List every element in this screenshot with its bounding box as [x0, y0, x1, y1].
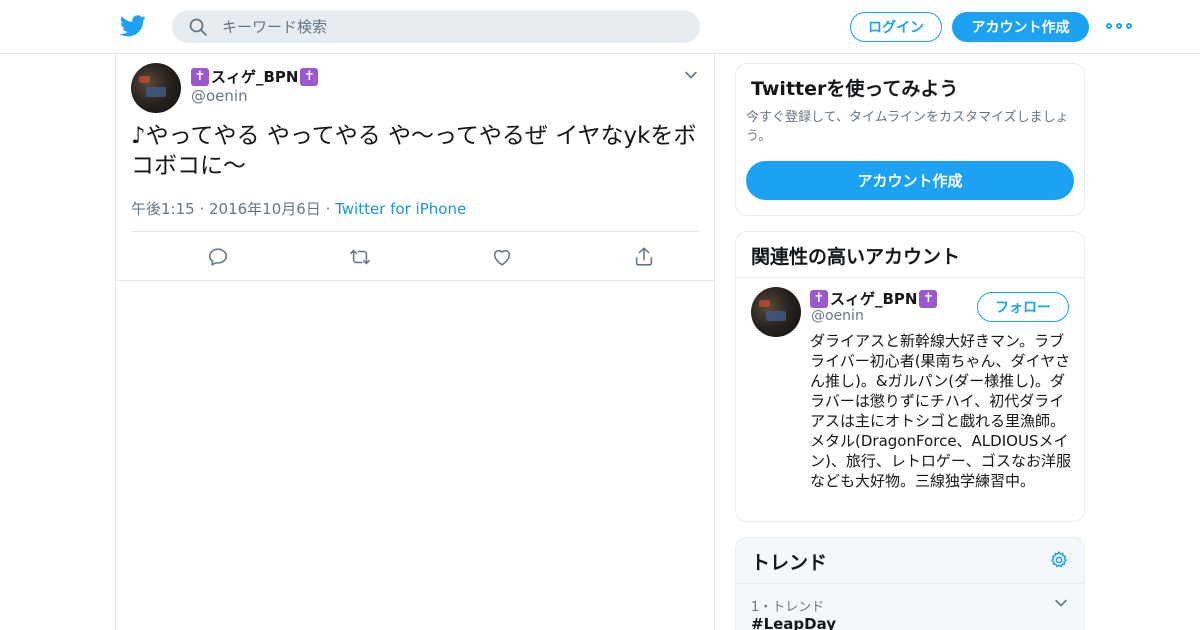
trends-card-title: トレンド	[751, 552, 828, 574]
meta-separator: ·	[320, 200, 336, 218]
retweet-icon[interactable]	[349, 246, 371, 268]
signup-prompt-card: Twitterを使ってみよう 今すぐ登録して、タイムラインをカスタマイズしましょ…	[735, 63, 1085, 216]
trends-card: トレンド 1・トレンド #LeapDay	[735, 537, 1085, 630]
tweet-author-name[interactable]: ✝ スィゲ_BPN ✝	[191, 66, 319, 87]
related-accounts-card: 関連性の高いアカウント ✝ スィゲ_BPN ✝ @oenin フォロー ダライア…	[735, 231, 1085, 522]
divider	[736, 277, 1084, 278]
author-name-text: スィゲ_BPN	[211, 68, 299, 86]
tweet-source-link[interactable]: Twitter for iPhone	[335, 200, 466, 218]
chevron-down-icon[interactable]	[1054, 596, 1068, 610]
signup-card-title: Twitterを使ってみよう	[751, 78, 959, 100]
related-account-name[interactable]: ✝ スィゲ_BPN ✝	[810, 288, 938, 309]
tweet-action-bar	[131, 231, 699, 281]
search-input[interactable]	[222, 10, 682, 43]
follow-button[interactable]: フォロー	[977, 292, 1069, 322]
avatar[interactable]	[131, 63, 181, 113]
like-heart-icon[interactable]	[491, 246, 513, 268]
top-navigation-bar: ログイン アカウント作成	[0, 0, 1200, 54]
search-box[interactable]	[172, 10, 700, 43]
more-options-icon[interactable]	[1106, 16, 1132, 36]
tweet-metadata: 午後1:15 · 2016年10月6日 · Twitter for iPhone	[131, 198, 466, 219]
divider	[736, 583, 1084, 584]
reply-icon[interactable]	[207, 246, 229, 268]
related-account-handle[interactable]: @oenin	[811, 308, 864, 324]
avatar[interactable]	[751, 287, 801, 337]
related-account-bio: ダライアスと新幹線大好きマン。ラブライバー初心者(果南ちゃん、ダイヤさん推し)。…	[810, 332, 1072, 490]
tweet-timestamp[interactable]: 午後1:15 · 2016年10月6日	[131, 200, 321, 218]
gear-icon[interactable]	[1049, 550, 1069, 570]
twitter-bird-icon[interactable]	[120, 14, 146, 38]
related-card-title: 関連性の高いアカウント	[751, 246, 961, 268]
signup-card-description: 今すぐ登録して、タイムラインをカスタマイズしましょう。	[746, 110, 1069, 144]
trend-hashtag[interactable]: #LeapDay	[751, 615, 836, 630]
signup-button[interactable]: アカウント作成	[952, 12, 1089, 42]
cross-emoji-icon: ✝	[191, 67, 209, 86]
login-button[interactable]: ログイン	[850, 12, 942, 42]
tweet-text: ♪やってやる やってやる や〜ってやるぜ イヤなykをボコボコに〜	[131, 123, 697, 179]
search-icon	[189, 18, 207, 36]
share-icon[interactable]	[633, 246, 655, 268]
cross-emoji-icon: ✝	[919, 289, 938, 308]
tweet: ✝ スィゲ_BPN ✝ @oenin ♪やってやる やってやる や〜ってやるぜ …	[116, 54, 714, 281]
related-name-text: スィゲ_BPN	[830, 290, 918, 308]
tweet-column: ✝ スィゲ_BPN ✝ @oenin ♪やってやる やってやる や〜ってやるぜ …	[115, 54, 715, 630]
trend-meta: 1・トレンド	[751, 600, 825, 615]
create-account-button[interactable]: アカウント作成	[746, 161, 1074, 200]
cross-emoji-icon: ✝	[810, 289, 828, 308]
tweet-author-handle[interactable]: @oenin	[191, 87, 248, 105]
cross-emoji-icon: ✝	[300, 67, 319, 86]
chevron-down-icon[interactable]	[684, 68, 698, 82]
